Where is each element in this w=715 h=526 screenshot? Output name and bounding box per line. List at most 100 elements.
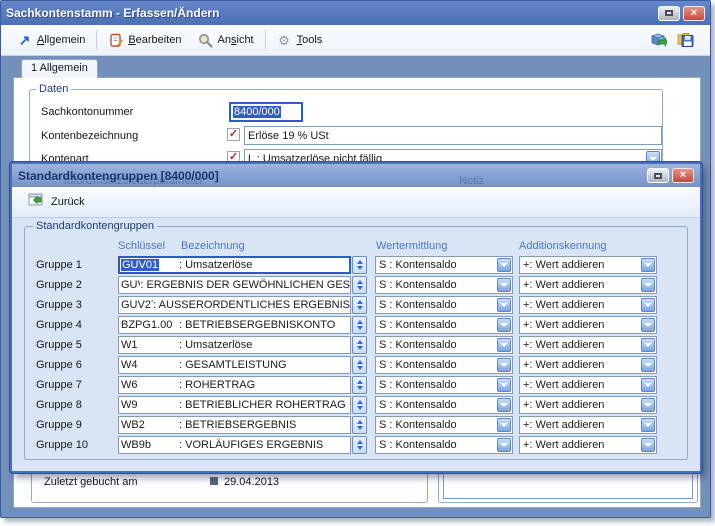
wertermittlung-select[interactable]: S : Kontensaldo — [375, 356, 513, 374]
export-button[interactable] — [650, 31, 667, 50]
tab-allgemein[interactable]: 1 Allgemein — [21, 59, 98, 78]
column-header-additionskennung: Additionskennung — [519, 240, 606, 252]
key-spinner[interactable] — [352, 296, 367, 314]
additionskennung-select[interactable]: +: Wert addieren — [519, 316, 657, 334]
dropdown-button[interactable] — [641, 418, 655, 432]
dropdown-button[interactable] — [641, 318, 655, 332]
zuletzt-gebucht-value: 29.04.2013 — [224, 476, 279, 488]
save-button[interactable] — [677, 31, 694, 50]
additionskennung-select[interactable]: +: Wert addieren — [519, 336, 657, 354]
chevron-down-icon — [500, 323, 508, 327]
key-input[interactable]: GUV24.S3: ERGEBNIS DER GEWÖHNLICHEN GES — [118, 276, 351, 294]
key-input[interactable]: W9: BETRIEBLICHER ROHERTRAG — [118, 396, 351, 414]
key-spinner[interactable] — [352, 376, 367, 394]
spinner-up-icon — [357, 400, 363, 404]
kontenbezeichnung-input[interactable]: Erlöse 19 % USt — [244, 126, 662, 145]
restore-icon — [654, 173, 662, 179]
spinner-down-icon — [357, 386, 363, 390]
key-spinner[interactable] — [352, 316, 367, 334]
column-header-wertermittlung: Wertermittlung — [376, 240, 447, 252]
dropdown-button[interactable] — [497, 378, 511, 392]
sachkontonummer-input[interactable]: 8400/000 — [229, 102, 303, 122]
wertermittlung-select[interactable]: S : Kontensaldo — [375, 296, 513, 314]
key-input[interactable]: W6: ROHERTRAG — [118, 376, 351, 394]
chevron-down-icon — [500, 423, 508, 427]
key-input[interactable]: WB9b: VORLÄUFIGES ERGEBNIS — [118, 436, 351, 454]
dropdown-button[interactable] — [641, 278, 655, 292]
chevron-down-icon — [644, 303, 652, 307]
wertermittlung-select[interactable]: S : Kontensaldo — [375, 376, 513, 394]
dropdown-button[interactable] — [641, 378, 655, 392]
dropdown-button[interactable] — [497, 358, 511, 372]
table-row: Gruppe 10 WB9b: VORLÄUFIGES ERGEBNIS S :… — [36, 436, 686, 454]
key-input[interactable]: BZPG1.00: BETRIEBSERGEBNISKONTO — [118, 316, 351, 334]
wertermittlung-select[interactable]: S : Kontensaldo — [375, 396, 513, 414]
key-input[interactable]: W4: GESAMTLEISTUNG — [118, 356, 351, 374]
wertermittlung-select[interactable]: S : Kontensaldo — [375, 436, 513, 454]
kontenbezeichnung-label: Kontenbezeichnung — [41, 130, 138, 142]
back-button-label: Zurück — [51, 196, 85, 208]
chevron-down-icon — [500, 303, 508, 307]
menu-label-ansicht: Ansicht — [218, 34, 254, 46]
restore-button[interactable] — [658, 6, 680, 21]
main-titlebar[interactable]: Sachkontenstamm - Erfassen/Ändern × — [1, 1, 710, 25]
spinner-up-icon — [357, 280, 363, 284]
dropdown-button[interactable] — [497, 338, 511, 352]
additionskennung-select[interactable]: +: Wert addieren — [519, 376, 657, 394]
dialog-titlebar[interactable]: Info/Umsatzsteuerparameter Notiz Standar… — [12, 164, 700, 187]
key-spinner[interactable] — [352, 436, 367, 454]
menu-item-tools[interactable]: ⚙ Tools — [269, 30, 331, 51]
additionskennung-select[interactable]: +: Wert addieren — [519, 396, 657, 414]
wertermittlung-select[interactable]: S : Kontensaldo — [375, 276, 513, 294]
group-row-label: Gruppe 7 — [36, 379, 118, 391]
dropdown-button[interactable] — [641, 398, 655, 412]
calendar-icon — [210, 477, 218, 485]
key-input[interactable]: WB2: BETRIEBSERGEBNIS — [118, 416, 351, 434]
dropdown-button[interactable] — [497, 418, 511, 432]
dropdown-button[interactable] — [497, 318, 511, 332]
group-row-label: Gruppe 1 — [36, 259, 118, 271]
key-spinner[interactable] — [352, 276, 367, 294]
additionskennung-select[interactable]: +: Wert addieren — [519, 296, 657, 314]
dialog-window-controls: × — [647, 168, 694, 183]
additionskennung-select[interactable]: +: Wert addieren — [519, 356, 657, 374]
dropdown-button[interactable] — [641, 358, 655, 372]
key-spinner[interactable] — [352, 356, 367, 374]
menu-item-bearbeiten[interactable]: Bearbeiten — [100, 30, 189, 51]
additionskennung-select[interactable]: +: Wert addieren — [519, 416, 657, 434]
close-button[interactable]: × — [683, 6, 705, 21]
spinner-down-icon — [357, 286, 363, 290]
key-spinner[interactable] — [352, 396, 367, 414]
key-input[interactable]: GUV01: Umsatzerlöse — [118, 256, 351, 274]
key-spinner[interactable] — [352, 336, 367, 354]
spinner-down-icon — [357, 306, 363, 310]
additionskennung-select[interactable]: +: Wert addieren — [519, 436, 657, 454]
key-spinner[interactable] — [352, 416, 367, 434]
dropdown-button[interactable] — [641, 338, 655, 352]
dropdown-button[interactable] — [497, 398, 511, 412]
wertermittlung-select[interactable]: S : Kontensaldo — [375, 256, 513, 274]
menu-item-allgemein[interactable]: ↗ Allgemein — [9, 30, 93, 51]
additionskennung-select[interactable]: +: Wert addieren — [519, 276, 657, 294]
chevron-down-icon — [644, 423, 652, 427]
menu-item-ansicht[interactable]: Ansicht — [190, 30, 262, 51]
wertermittlung-select[interactable]: S : Kontensaldo — [375, 336, 513, 354]
dropdown-button[interactable] — [497, 278, 511, 292]
wertermittlung-select[interactable]: S : Kontensaldo — [375, 416, 513, 434]
key-spinner[interactable] — [352, 256, 367, 274]
magnifier-icon — [198, 33, 213, 48]
additionskennung-select[interactable]: +: Wert addieren — [519, 256, 657, 274]
key-input[interactable]: GUV27: AUSSERORDENTLICHES ERGEBNIS — [118, 296, 351, 314]
key-input[interactable]: W1: Umsatzerlöse — [118, 336, 351, 354]
dialog-restore-button[interactable] — [647, 168, 669, 183]
dropdown-button[interactable] — [497, 258, 511, 272]
dropdown-button[interactable] — [641, 438, 655, 452]
wertermittlung-select[interactable]: S : Kontensaldo — [375, 316, 513, 334]
dropdown-button[interactable] — [497, 298, 511, 312]
dropdown-button[interactable] — [641, 258, 655, 272]
kontenbezeichnung-checkbox[interactable]: ✓ — [227, 128, 240, 141]
back-button[interactable]: Zurück — [22, 191, 91, 213]
dropdown-button[interactable] — [497, 438, 511, 452]
dropdown-button[interactable] — [641, 298, 655, 312]
dialog-close-button[interactable]: × — [672, 168, 694, 183]
